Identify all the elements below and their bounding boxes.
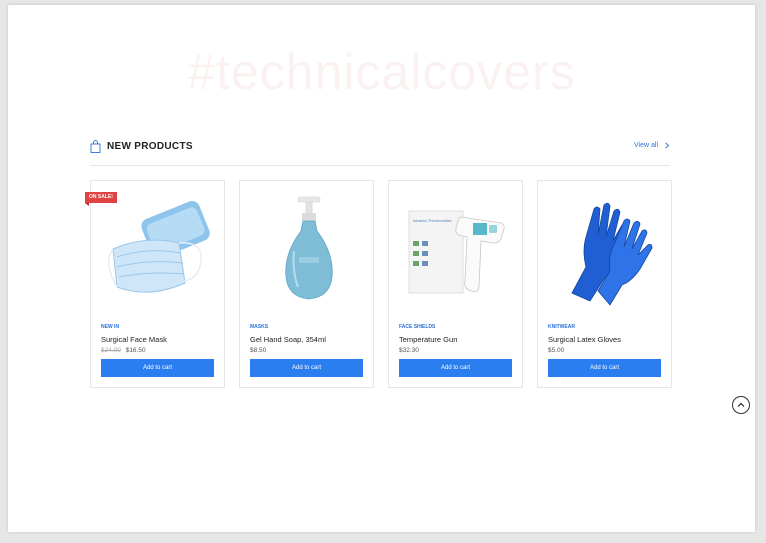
chevron-right-icon xyxy=(665,142,670,149)
product-image-latex-gloves xyxy=(552,191,658,307)
add-to-cart-button[interactable]: Add to cart xyxy=(548,359,661,377)
product-sale-price: $16.50 xyxy=(125,347,146,354)
on-sale-badge: ON SALE! xyxy=(85,192,117,206)
shopping-bag-icon xyxy=(90,140,101,153)
product-card-latex-gloves[interactable]: KNITWEAR Surgical Latex Gloves $5.00 Add… xyxy=(537,180,672,388)
add-to-cart-button[interactable]: Add to cart xyxy=(101,359,214,377)
view-all-link[interactable]: View all xyxy=(634,142,670,149)
product-category[interactable]: KNITWEAR xyxy=(548,324,575,330)
product-grid: ON SALE! NEW IN Surgical Face Mask $24.0… xyxy=(85,180,672,388)
product-card-hand-soap[interactable]: MASKS Gel Hand Soap, 354ml $8.50 Add to … xyxy=(239,180,374,388)
scroll-to-top-button[interactable] xyxy=(732,396,750,414)
section-header: NEW PRODUCTS View all xyxy=(90,139,670,166)
product-image-temperature-gun: Infrared Thermometer xyxy=(403,191,509,307)
watermark-text: #technicalcovers xyxy=(187,44,576,100)
add-to-cart-button[interactable]: Add to cart xyxy=(399,359,512,377)
product-price: $32.30 xyxy=(399,347,419,354)
page: #technicalcovers NEW PRODUCTS View all O… xyxy=(8,5,755,532)
product-card-face-mask[interactable]: ON SALE! NEW IN Surgical Face Mask $24.0… xyxy=(85,180,225,388)
product-name[interactable]: Temperature Gun xyxy=(399,335,457,344)
product-category[interactable]: FACE SHIELDS xyxy=(399,324,435,330)
product-card-temperature-gun[interactable]: Infrared Thermometer FACE SHIELDS Temper… xyxy=(388,180,523,388)
chevron-up-icon xyxy=(737,402,745,407)
product-old-price: $24.00 xyxy=(101,347,121,354)
product-price: $5.00 xyxy=(548,347,565,354)
product-price: $8.50 xyxy=(250,347,267,354)
product-name[interactable]: Surgical Face Mask xyxy=(101,335,167,344)
thermometer-box-text: Infrared Thermometer xyxy=(413,218,452,223)
product-image-face-mask xyxy=(105,191,211,307)
view-all-label: View all xyxy=(634,142,658,149)
product-category[interactable]: NEW IN xyxy=(101,324,119,330)
product-image-hand-soap xyxy=(254,191,360,307)
product-category[interactable]: MASKS xyxy=(250,324,268,330)
add-to-cart-button[interactable]: Add to cart xyxy=(250,359,363,377)
product-name[interactable]: Surgical Latex Gloves xyxy=(548,335,621,344)
product-price: $24.00 $16.50 xyxy=(101,347,146,354)
product-name[interactable]: Gel Hand Soap, 354ml xyxy=(250,335,326,344)
section-title: NEW PRODUCTS xyxy=(107,141,193,152)
